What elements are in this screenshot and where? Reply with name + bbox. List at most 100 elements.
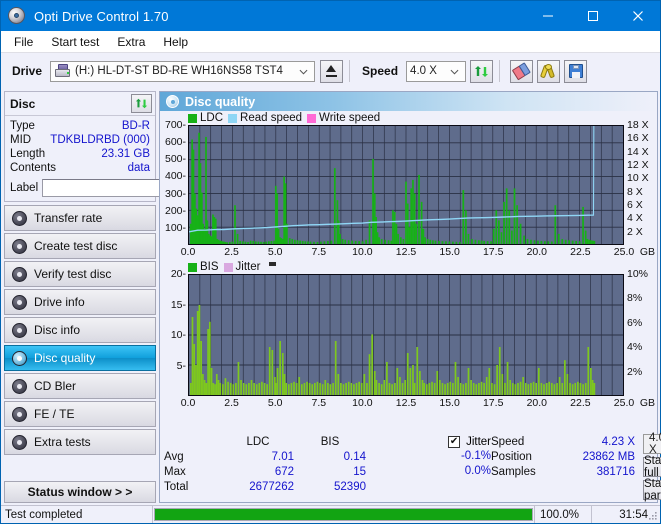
sidebar-item-disc-info[interactable]: Disc info	[4, 317, 156, 343]
drive-icon	[54, 63, 72, 79]
test-speed-value: 4.0 X	[649, 432, 661, 456]
x-tick-label: 20.0	[526, 397, 548, 409]
sidebar-item-extra-tests[interactable]: Extra tests	[4, 429, 156, 455]
sidebar-item-cd-bler[interactable]: CD Bler	[4, 373, 156, 399]
y2-tick-label: 8%	[627, 292, 643, 305]
position-key: Position	[491, 450, 532, 463]
stats-col-ldc: LDC	[246, 435, 270, 448]
menu-extra[interactable]: Extra	[108, 33, 154, 51]
menu-start-test[interactable]: Start test	[42, 33, 108, 51]
jitter-total-value	[369, 479, 491, 494]
sidebar-item-verify-test-disc[interactable]: Verify test disc	[4, 261, 156, 287]
stats-label-total: Total	[164, 480, 189, 493]
disc-value-type: BD-R	[121, 120, 150, 132]
stats-row-total: Total 2677262 52390	[164, 479, 369, 494]
charts-area: LDC Read speed Write speed 100- 200- 300- 4…	[160, 111, 657, 430]
y2-tick-label: 2%	[627, 365, 643, 378]
test-speed-select[interactable]: 4.0 X	[643, 432, 661, 456]
sidebar-item-create-test-disc[interactable]: Create test disc	[4, 233, 156, 259]
legend-write-speed: Write speed	[307, 112, 380, 124]
panel-title: Disc quality	[185, 94, 256, 109]
legend-label-read-speed: Read speed	[240, 112, 303, 124]
y2-tick-label: 8 X	[627, 185, 643, 198]
menu-bar: File Start test Extra Help	[1, 31, 660, 53]
disc-properties: Type BD-R MID TDKBLDRBD (000) Length 23.…	[5, 116, 247, 201]
content-panel: Disc quality LDC Read speed Write speed …	[159, 91, 661, 503]
x-tick-label: 2.5	[224, 397, 239, 409]
y2-tick-label: 14 X	[627, 145, 649, 158]
start-full-button[interactable]: Start full	[643, 455, 661, 479]
legend-jitter: Jitter	[223, 261, 260, 273]
x-tick-label: 10.0	[352, 397, 373, 409]
disc-key-mid: MID	[10, 134, 32, 146]
stats-row-avg: Avg 7.01 0.14	[164, 449, 369, 464]
y2-tick-label: 6 X	[627, 199, 643, 211]
x-tick-label: 17.5	[482, 246, 504, 258]
stats-avg-bis: 0.14	[343, 450, 366, 463]
disc-drive-icon	[12, 378, 27, 394]
stats-max-ldc: 672	[274, 465, 294, 478]
disc-quality-icon	[166, 95, 179, 108]
disc-drive-icon	[12, 210, 27, 226]
sidebar-item-disc-quality[interactable]: Disc quality	[4, 345, 156, 371]
disc-row-contents: Contents data	[10, 161, 150, 175]
erase-button[interactable]	[510, 59, 534, 83]
drive-select[interactable]: (H:) HL-DT-ST BD-RE WH16NS58 TST4	[50, 60, 316, 82]
sidebar-item-fe-te[interactable]: FE / TE	[4, 401, 156, 427]
ldc-plot-wrap: 100- 200- 300- 400- 500- 600- 700- 2 X4 X6 X8 …	[160, 119, 657, 245]
save-button[interactable]	[564, 59, 588, 83]
refresh-button[interactable]	[470, 59, 494, 83]
disc-row-length: Length 23.31 GB	[10, 147, 150, 161]
sidebar-item-transfer-rate[interactable]: Transfer rate	[4, 205, 156, 231]
status-window-button[interactable]: Status window > >	[4, 481, 156, 503]
x-axis-unit: GB	[639, 397, 655, 409]
speed-label: Speed	[362, 64, 399, 78]
stats-max-bis: 15	[353, 465, 366, 478]
disc-refresh-button[interactable]	[131, 94, 152, 113]
wrench-icon	[539, 63, 556, 79]
menu-help[interactable]: Help	[154, 33, 197, 51]
close-button[interactable]	[615, 1, 660, 31]
y-tick-label: 20-	[170, 268, 186, 280]
disc-drive-icon	[12, 322, 27, 338]
speed-select[interactable]: 4.0 X	[406, 60, 467, 82]
disc-value-mid: TDKBLDRBD (000)	[50, 134, 150, 146]
floppy-save-icon	[568, 64, 583, 78]
x-tick-label: 5.0	[267, 246, 283, 258]
x-tick-label: 12.5	[395, 246, 417, 258]
progress-percent: 100.0%	[534, 506, 592, 523]
resize-grip-icon[interactable]	[648, 511, 658, 521]
legend-swatch-jitter	[223, 262, 233, 272]
stats-label-avg: Avg	[164, 450, 184, 463]
start-part-button[interactable]: Start part	[643, 478, 661, 502]
chevron-down-icon	[450, 69, 459, 74]
stats-header-row: LDC BIS	[164, 434, 369, 449]
y2-tick-label: 12 X	[627, 158, 649, 171]
tools-button[interactable]	[537, 59, 561, 83]
app-window: Opti Drive Control 1.70 File Start test …	[0, 0, 661, 524]
x-tick-label: 0.0	[180, 246, 196, 258]
eject-button[interactable]	[320, 59, 344, 83]
bis-y-axis: 5- 10- 15- 20-	[160, 268, 188, 396]
ldc-chart: LDC Read speed Write speed 100- 200- 300- 4…	[160, 111, 657, 260]
sidebar-label: CD Bler	[34, 379, 77, 393]
sidebar-label: Disc info	[34, 323, 81, 337]
maximize-button[interactable]	[570, 1, 615, 31]
menu-file[interactable]: File	[5, 33, 42, 51]
stats-total-bis: 52390	[334, 480, 366, 493]
progress-container	[153, 506, 534, 523]
legend-swatch-read-speed	[228, 113, 238, 123]
eject-icon	[325, 65, 338, 77]
jitter-max-value: 0.0%	[464, 465, 491, 477]
sidebar-item-drive-info[interactable]: Drive info	[4, 289, 156, 315]
speed-row: Speed 4.23 X	[491, 434, 641, 449]
minimize-button[interactable]	[525, 1, 570, 31]
y2-tick-label: 18 X	[627, 119, 649, 131]
y-tick-label: 5-	[176, 359, 186, 372]
jitter-checkbox[interactable]: ✔	[448, 435, 461, 448]
stats-avg-ldc: 7.01	[271, 450, 294, 463]
stats-panel: LDC BIS Avg 7.01 0.14 Max 672 15 Total 2…	[160, 430, 661, 502]
x-tick-label: 22.5	[570, 397, 591, 409]
position-row: Position 23862 MB	[491, 449, 641, 464]
